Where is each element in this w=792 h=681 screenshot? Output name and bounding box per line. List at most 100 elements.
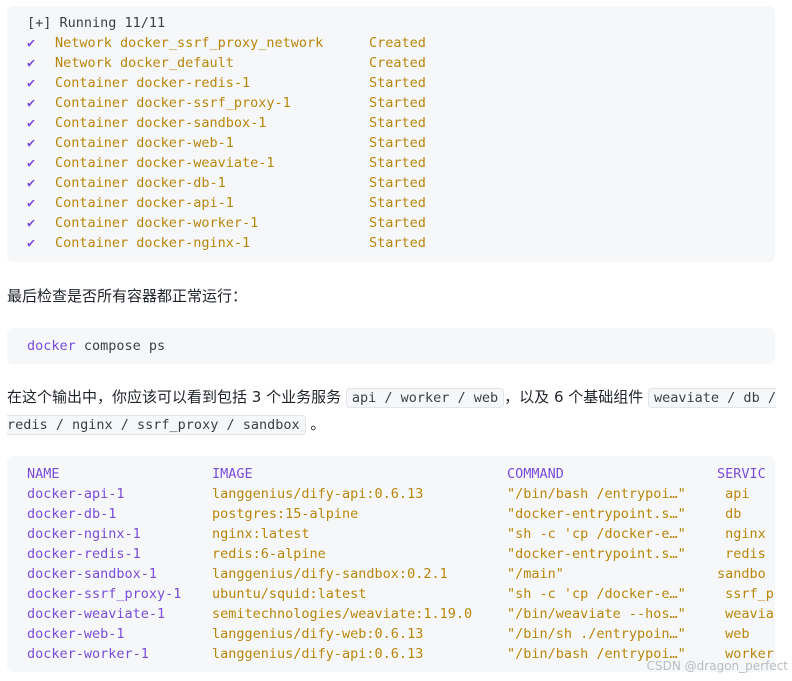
container-name-cell: docker-api-1: [27, 486, 125, 502]
table-header-row: NAME IMAGE COMMAND SERVIC: [27, 464, 775, 484]
resource-kind: Container: [55, 115, 129, 131]
command-word: docker: [27, 338, 76, 354]
check-icon: ✔: [27, 95, 36, 111]
table-row: docker-web-1 langgenius/dify-web:0.6.13 "/…: [27, 624, 775, 644]
header-service: SERVIC: [717, 466, 766, 482]
compose-ps-command: docker compose ps: [27, 336, 775, 356]
resource-name: docker-sandbox-1: [136, 115, 267, 131]
command-cell: "/bin/sh ./entrypoin…": [507, 626, 686, 642]
compose-up-output-block: [+] Running 11/11 ✔ Network docker_ssrf_p…: [7, 6, 775, 262]
image-cell: langgenius/dify-api:0.6.13: [212, 646, 424, 662]
check-icon: ✔: [27, 175, 36, 191]
command-cell: "/main": [507, 566, 564, 582]
container-name-cell: docker-db-1: [27, 506, 117, 522]
resource-status: Started: [369, 175, 426, 191]
service-cell: redis: [717, 546, 766, 562]
image-cell: langgenius/dify-sandbox:0.2.1: [212, 566, 448, 582]
resource-name: docker-ssrf_proxy-1: [136, 95, 291, 111]
header-name: NAME: [27, 466, 60, 482]
container-name-cell: docker-nginx-1: [27, 526, 141, 542]
command-cell: "sh -c 'cp /docker-e…": [507, 526, 686, 542]
resource-name: docker_default: [120, 55, 234, 71]
output-line: ✔ Container docker-weaviate-1 Started: [27, 153, 775, 173]
container-name-cell: docker-sandbox-1: [27, 566, 158, 582]
service-cell: weaviat: [725, 606, 775, 622]
resource-kind: Container: [55, 135, 129, 151]
resource-status: Started: [369, 235, 426, 251]
para2-part1: 在这个输出中，你应该可以看到包括 3 个业务服务: [7, 388, 346, 406]
resource-name: docker-weaviate-1: [136, 155, 275, 171]
table-rows: docker-api-1 langgenius/dify-api:0.6.13 "/…: [27, 484, 775, 664]
resource-status: Created: [369, 55, 426, 71]
resource-name: docker-redis-1: [136, 75, 251, 91]
resource-name: docker-web-1: [136, 135, 234, 151]
output-line: ✔ Container docker-sandbox-1 Started: [27, 113, 775, 133]
service-cell: sandbo: [717, 566, 766, 582]
check-icon: ✔: [27, 115, 36, 131]
check-icon: ✔: [27, 155, 36, 171]
resource-status: Started: [369, 215, 426, 231]
check-containers-paragraph: 最后检查是否所有容器都正常运行：: [7, 287, 248, 305]
service-cell: web: [717, 626, 750, 642]
image-cell: redis:6-alpine: [212, 546, 326, 562]
check-icon: ✔: [27, 195, 36, 211]
resource-kind: Container: [55, 175, 129, 191]
resource-kind: Network: [55, 55, 112, 71]
resource-name: docker-api-1: [136, 195, 234, 211]
output-line: ✔ Container docker-api-1 Started: [27, 193, 775, 213]
table-row: docker-api-1 langgenius/dify-api:0.6.13 "/…: [27, 484, 775, 504]
check-icon: ✔: [27, 55, 36, 71]
running-header: [+] Running 11/11: [27, 15, 166, 31]
para2-part3: 。: [305, 415, 326, 433]
resource-name: docker-db-1: [136, 175, 226, 191]
image-cell: langgenius/dify-web:0.6.13: [212, 626, 424, 642]
output-lines: ✔ Network docker_ssrf_proxy_network Create…: [27, 33, 775, 253]
command-cell: "docker-entrypoint.s…": [507, 546, 686, 562]
resource-status: Started: [369, 155, 426, 171]
container-name-cell: docker-worker-1: [27, 646, 149, 662]
output-line: ✔ Container docker-worker-1 Started: [27, 213, 775, 233]
container-name-cell: docker-weaviate-1: [27, 606, 166, 622]
compose-ps-output-block: NAME IMAGE COMMAND SERVIC docker-api-1 la…: [7, 456, 775, 672]
container-name-cell: docker-redis-1: [27, 546, 141, 562]
resource-kind: Container: [55, 95, 129, 111]
service-cell: ssrf_pr: [725, 586, 775, 602]
business-services-code: api / worker / web: [345, 388, 505, 408]
output-line: ✔ Network docker_ssrf_proxy_network Create…: [27, 33, 775, 53]
resource-kind: Container: [55, 195, 129, 211]
table-row: docker-redis-1 redis:6-alpine "docker-entr…: [27, 544, 775, 564]
container-name-cell: docker-ssrf_proxy-1: [27, 586, 182, 602]
output-line: ✔ Container docker-db-1 Started: [27, 173, 775, 193]
resource-kind: Network: [55, 35, 112, 51]
image-cell: ubuntu/squid:latest: [212, 586, 367, 602]
command-cell: "/bin/bash /entrypoi…": [507, 486, 686, 502]
check-icon: ✔: [27, 235, 36, 251]
output-line: ✔ Container docker-web-1 Started: [27, 133, 775, 153]
check-icon: ✔: [27, 35, 36, 51]
output-explanation-paragraph: 在这个输出中，你应该可以看到包括 3 个业务服务 api / worker / …: [7, 384, 782, 438]
service-cell: api: [717, 486, 750, 502]
table-row: docker-weaviate-1 semitechnologies/weavia…: [27, 604, 775, 624]
check-icon: ✔: [27, 75, 36, 91]
table-row: docker-ssrf_proxy-1 ubuntu/squid:latest "s…: [27, 584, 775, 604]
image-cell: semitechnologies/weaviate:1.19.0: [212, 606, 473, 622]
resource-status: Started: [369, 135, 426, 151]
command-rest: compose ps: [75, 338, 166, 354]
resource-status: Started: [369, 95, 426, 111]
table-row: docker-sandbox-1 langgenius/dify-sandbox:…: [27, 564, 775, 584]
resource-kind: Container: [55, 215, 129, 231]
service-cell: db: [717, 506, 742, 522]
resource-status: Created: [369, 35, 426, 51]
output-line: ✔ Container docker-redis-1 Started: [27, 73, 775, 93]
header-image: IMAGE: [212, 466, 253, 482]
resource-status: Started: [369, 75, 426, 91]
resource-kind: Container: [55, 235, 129, 251]
output-line: ✔ Container docker-nginx-1 Started: [27, 233, 775, 253]
table-row: docker-db-1 postgres:15-alpine "docker-ent…: [27, 504, 775, 524]
container-name-cell: docker-web-1: [27, 626, 125, 642]
resource-kind: Container: [55, 155, 129, 171]
header-command: COMMAND: [507, 466, 564, 482]
compose-ps-command-block: docker compose ps: [7, 328, 775, 364]
image-cell: postgres:15-alpine: [212, 506, 359, 522]
resource-status: Started: [369, 195, 426, 211]
